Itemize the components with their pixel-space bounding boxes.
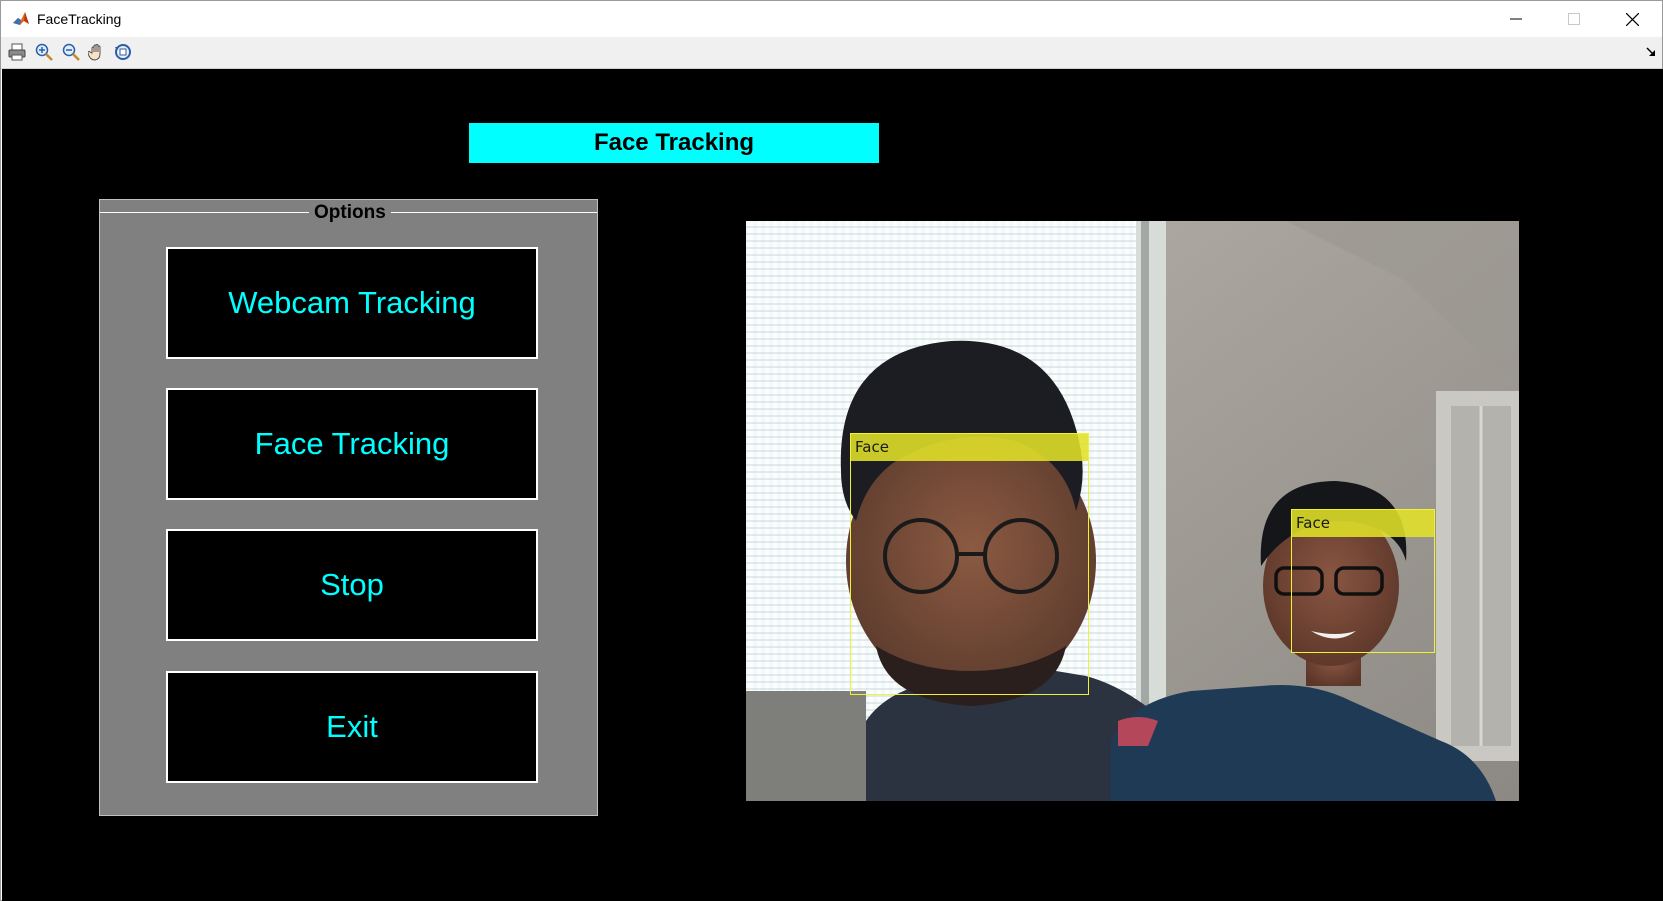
figure-canvas: Face Tracking Options Webcam Tracking Fa… — [2, 69, 1663, 901]
minimize-icon — [1510, 18, 1522, 20]
options-panel: Options Webcam Tracking Face Tracking St… — [99, 199, 598, 816]
stop-button[interactable]: Stop — [166, 529, 538, 641]
face-tracking-button[interactable]: Face Tracking — [166, 388, 538, 500]
options-panel-title: Options — [309, 202, 391, 224]
dock-arrow-icon[interactable] — [1646, 47, 1656, 57]
rotate-3d-icon — [115, 44, 131, 60]
print-button[interactable] — [6, 41, 28, 63]
page-title: Face Tracking — [469, 123, 879, 163]
webcam-tracking-button[interactable]: Webcam Tracking — [166, 247, 538, 359]
print-icon — [8, 43, 26, 61]
title-bar: FaceTracking — [1, 1, 1662, 37]
pan-button[interactable] — [86, 41, 108, 63]
maximize-icon — [1568, 13, 1580, 25]
exit-button[interactable]: Exit — [166, 671, 538, 783]
window-title: FaceTracking — [37, 11, 122, 27]
minimize-button[interactable] — [1487, 1, 1545, 37]
app-window: FaceTracking Face Tracking Options Webca… — [0, 0, 1663, 901]
zoom-in-icon — [35, 43, 53, 61]
face-detection-box — [850, 433, 1089, 695]
close-button[interactable] — [1603, 1, 1661, 37]
rotate-3d-button[interactable] — [112, 41, 134, 63]
zoom-out-icon — [62, 43, 80, 61]
pan-hand-icon — [88, 44, 101, 61]
zoom-in-button[interactable] — [33, 41, 55, 63]
maximize-button[interactable] — [1545, 1, 1603, 37]
figure-toolbar — [1, 37, 1662, 69]
matlab-app-icon — [12, 10, 30, 28]
video-display: Face Face — [746, 221, 1519, 801]
zoom-out-button[interactable] — [60, 41, 82, 63]
face-detection-box — [1291, 509, 1435, 653]
close-icon — [1625, 12, 1639, 26]
